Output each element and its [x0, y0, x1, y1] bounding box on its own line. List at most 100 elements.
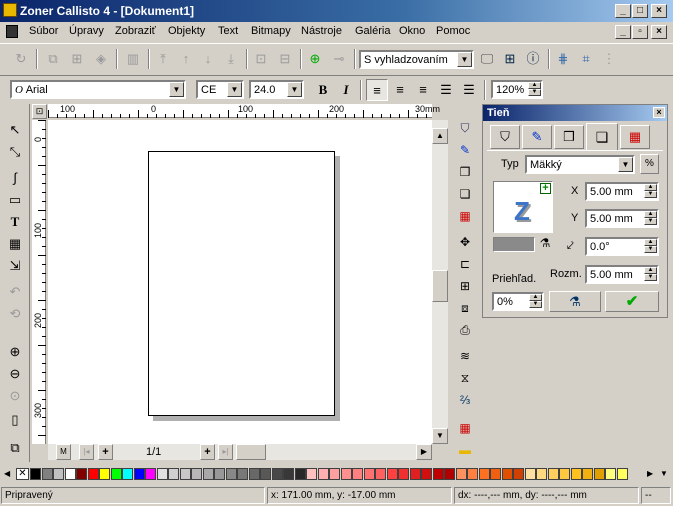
pin-icon[interactable]: ⊸ [328, 48, 350, 70]
spin-up-icon[interactable]: ▲ [529, 294, 542, 301]
color-swatch[interactable] [398, 468, 409, 480]
menu-pomoc[interactable]: Pomoc [436, 25, 470, 37]
type-select[interactable]: Mäkký ▼ [525, 155, 635, 174]
color-swatch[interactable] [409, 468, 421, 480]
spin-up-icon[interactable]: ▲ [644, 211, 657, 218]
justify-icon[interactable]: ☰ [435, 79, 457, 101]
color-swatch[interactable] [306, 468, 317, 480]
grid-icon[interactable]: ⋕ [552, 48, 574, 70]
color-swatch[interactable] [156, 468, 168, 480]
zoom-out-icon[interactable]: ⊖ [4, 364, 26, 384]
palette-menu-icon[interactable]: ▼ [660, 468, 670, 480]
color-swatch[interactable] [570, 468, 582, 480]
color-swatch[interactable] [386, 468, 398, 480]
color-swatch[interactable] [363, 468, 375, 480]
color-swatch[interactable] [133, 468, 145, 480]
close-button[interactable]: × [651, 4, 667, 18]
color-swatch[interactable] [352, 468, 363, 480]
palette-scroll-left-icon[interactable]: ◀ [4, 468, 14, 480]
color-swatch[interactable] [237, 468, 248, 480]
charset-select[interactable]: CE ▼ [196, 80, 244, 99]
horizontal-ruler[interactable]: 100 0 100 200 30mm [48, 104, 440, 118]
color-swatch[interactable] [87, 468, 99, 480]
bring-to-front-icon[interactable]: ⤒ [152, 48, 174, 70]
doc-close-button[interactable]: × [651, 25, 667, 39]
color-swatch[interactable] [329, 468, 340, 480]
font-size-select[interactable]: 24.0 ▼ [249, 80, 304, 99]
color-swatch[interactable] [110, 468, 122, 480]
color-swatch[interactable] [248, 468, 260, 480]
redo-icon[interactable]: ↻ [10, 48, 32, 70]
color-swatch[interactable] [317, 468, 329, 480]
no-color-swatch-icon[interactable]: ✕ [16, 468, 29, 480]
color-swatch[interactable] [271, 468, 283, 480]
add-shadow-icon[interactable]: + [540, 183, 551, 194]
spin-up-icon[interactable]: ▲ [644, 239, 657, 246]
justify-all-icon[interactable]: ☰ [458, 79, 480, 101]
color-swatch[interactable] [547, 468, 559, 480]
size-icon[interactable]: ⊞ [455, 276, 475, 296]
align-right-icon[interactable]: ≡ [412, 79, 434, 101]
color-swatch[interactable] [432, 468, 444, 480]
color-swatch[interactable] [375, 468, 386, 480]
monitor-icon[interactable]: 🖵 [476, 48, 498, 70]
color-swatch[interactable] [64, 468, 76, 480]
color-swatch[interactable] [53, 468, 64, 480]
tab-shadow-icon[interactable]: ❏ [586, 123, 618, 151]
color-swatch[interactable] [214, 468, 225, 480]
chevron-down-icon[interactable]: ▼ [618, 157, 633, 172]
page-icon[interactable]: ▯ [4, 410, 26, 430]
swatches-icon[interactable]: ▦ [455, 418, 475, 438]
tab-fill-icon[interactable]: ⛉ [490, 125, 520, 149]
scroll-up-icon[interactable]: ▲ [432, 128, 448, 144]
vertical-scroll-thumb[interactable] [432, 270, 448, 302]
align-objects-icon[interactable]: ⊏ [455, 254, 475, 274]
spin-down-icon[interactable]: ▼ [644, 191, 657, 198]
undo-tool-icon[interactable]: ↶ [4, 282, 26, 302]
transform-tool-icon[interactable]: ⟲ [4, 304, 26, 324]
eyedropper-icon[interactable]: ⚗ [537, 236, 553, 253]
menu-bitmapy[interactable]: Bitmapy [251, 25, 291, 37]
align-left-icon[interactable]: ≡ [366, 79, 388, 101]
align-center-icon[interactable]: ≡ [389, 79, 411, 101]
frame-icon[interactable]: ⊞ [499, 48, 521, 70]
scroll-down-icon[interactable]: ▼ [432, 428, 448, 444]
tab-color-icon[interactable]: ▦ [620, 125, 650, 149]
spin-up-icon[interactable]: ▲ [528, 82, 541, 89]
color-palette-icon[interactable]: ▦ [455, 206, 475, 226]
spin-up-icon[interactable]: ▲ [644, 184, 657, 191]
align-icon[interactable]: ⊡ [250, 48, 272, 70]
color-swatch[interactable] [605, 468, 616, 480]
chevron-down-icon[interactable]: ▼ [457, 52, 472, 67]
transparency-icon[interactable]: ❒ [455, 162, 475, 182]
menu-objekty[interactable]: Objekty [168, 25, 205, 37]
send-to-back-icon[interactable]: ⤓ [220, 48, 242, 70]
document-icon[interactable] [6, 25, 18, 38]
outline-pen-icon[interactable]: ✎ [455, 140, 475, 160]
fill-bucket-icon[interactable]: ⛉ [455, 118, 475, 138]
prev-page-icon[interactable]: |◂ [79, 444, 94, 460]
color-swatch[interactable] [593, 468, 605, 480]
crop-icon[interactable]: ⧈ [455, 298, 475, 318]
spin-down-icon[interactable]: ▼ [644, 218, 657, 225]
italic-button[interactable]: I [335, 79, 357, 101]
menu-upravy[interactable]: Úpravy [69, 25, 104, 37]
ungroup-icon[interactable]: ⊞ [66, 48, 88, 70]
node-edit-tool-icon[interactable]: ⤡ [4, 142, 26, 162]
smoothing-select[interactable]: S vyhladzovaním ▼ [359, 50, 474, 69]
apply-button[interactable]: ✔ [605, 291, 659, 312]
spin-down-icon[interactable]: ▼ [644, 246, 657, 253]
move-icon[interactable]: ✥ [455, 232, 475, 252]
menu-zobrazit[interactable]: Zobraziť [115, 25, 156, 37]
app-icon[interactable] [3, 3, 17, 17]
color-swatch[interactable] [202, 468, 214, 480]
color-swatch[interactable] [145, 468, 156, 480]
vertical-scrollbar[interactable]: ▲ ▼ [432, 120, 448, 444]
color-swatch[interactable] [444, 468, 455, 480]
color-swatch[interactable] [340, 468, 352, 480]
color-swatch[interactable] [478, 468, 490, 480]
color-swatch[interactable] [616, 468, 628, 480]
group-icon[interactable]: ⧉ [42, 48, 64, 70]
menu-okno[interactable]: Okno [399, 25, 425, 37]
color-swatch[interactable] [191, 468, 202, 480]
